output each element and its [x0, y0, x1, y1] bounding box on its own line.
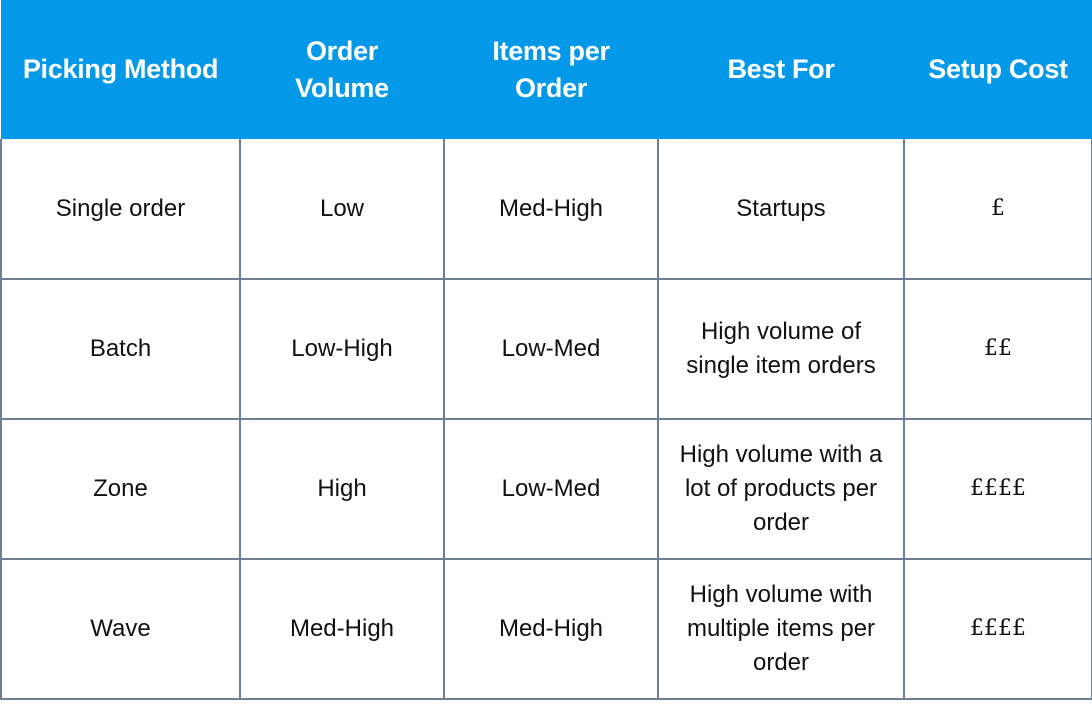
header-items-per-order: Items per Order: [444, 0, 658, 139]
cell-items-per-order: Low-Med: [443, 418, 659, 560]
cell-setup-cost: ££££: [903, 558, 1092, 700]
header-best-for: Best For: [658, 0, 904, 139]
table-row: Batch Low-High Low-Med High volume of si…: [0, 278, 1092, 420]
header-picking-method: Picking Method: [1, 0, 240, 139]
cell-best-for: Startups: [657, 139, 905, 280]
cell-order-volume: Med-High: [239, 558, 445, 700]
cell-method: Wave: [0, 558, 241, 700]
cell-items-per-order: Low-Med: [443, 278, 659, 420]
table-header: Picking Method Order Volume Items per Or…: [1, 0, 1092, 139]
header-setup-cost: Setup Cost: [904, 0, 1092, 139]
table-row: Single order Low Med-High Startups £: [0, 139, 1092, 280]
header-row: Picking Method Order Volume Items per Or…: [1, 0, 1092, 139]
cell-order-volume: Low: [239, 139, 445, 280]
table-body: Single order Low Med-High Startups £ Bat…: [0, 139, 1092, 700]
picking-methods-table: Picking Method Order Volume Items per Or…: [0, 0, 1092, 700]
header-order-volume: Order Volume: [240, 0, 444, 139]
cell-method: Batch: [0, 278, 241, 420]
table-row: Zone High Low-Med High volume with a lot…: [0, 418, 1092, 560]
cell-order-volume: Low-High: [239, 278, 445, 420]
table-row: Wave Med-High Med-High High volume with …: [0, 558, 1092, 700]
cell-setup-cost: ££: [903, 278, 1092, 420]
comparison-table-wrapper: Picking Method Order Volume Items per Or…: [0, 0, 1092, 718]
cell-items-per-order: Med-High: [443, 139, 659, 280]
cell-method: Zone: [0, 418, 241, 560]
cell-setup-cost: ££££: [903, 418, 1092, 560]
cell-method: Single order: [0, 139, 241, 280]
cell-setup-cost: £: [903, 139, 1092, 280]
cell-order-volume: High: [239, 418, 445, 560]
cell-best-for: High volume with a lot of products per o…: [657, 418, 905, 560]
cell-best-for: High volume of single item orders: [657, 278, 905, 420]
cell-items-per-order: Med-High: [443, 558, 659, 700]
cell-best-for: High volume with multiple items per orde…: [657, 558, 905, 700]
